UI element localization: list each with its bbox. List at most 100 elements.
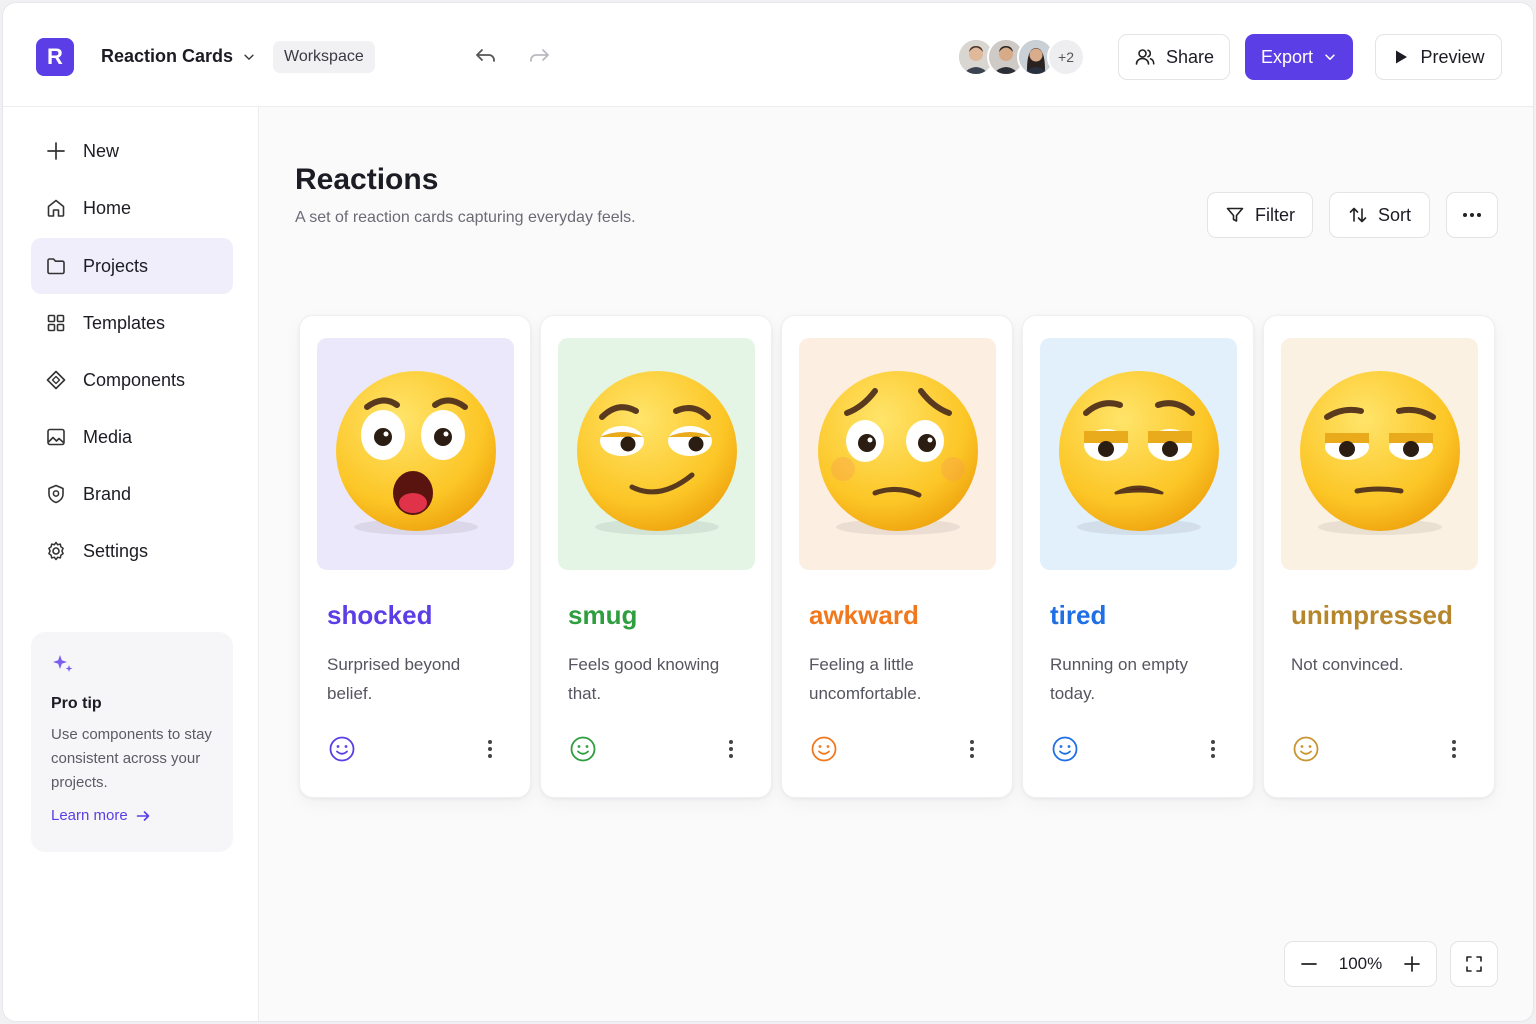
more-vertical-icon — [1452, 740, 1456, 758]
image-icon — [47, 428, 65, 446]
gear-icon — [48, 541, 64, 561]
zoom-level: 100% — [1338, 954, 1383, 973]
card-menu-button[interactable] — [1203, 734, 1223, 764]
minus-icon — [1301, 963, 1317, 965]
tip-title: Pro tip — [51, 695, 102, 712]
chevron-down-icon — [244, 54, 254, 60]
share-label: Share — [1165, 46, 1215, 67]
reaction-card-shocked[interactable]: shocked Surprised beyond belief. — [299, 315, 531, 798]
smiley-icon — [1293, 736, 1319, 762]
workspace-badge[interactable]: Workspace — [273, 41, 375, 73]
sidebar-item-label: Templates — [83, 312, 166, 333]
more-vertical-icon — [1211, 740, 1215, 758]
expand-icon — [1466, 956, 1482, 972]
app-window: R Reaction Cards Workspace +2 Share Expo… — [2, 2, 1534, 1022]
zoom-in-button[interactable] — [1400, 952, 1424, 976]
zoom-out-button[interactable] — [1297, 952, 1321, 976]
project-name: Reaction Cards — [101, 46, 234, 66]
card-menu-button[interactable] — [962, 734, 982, 764]
tip-body: Use components to stay consistent across… — [51, 726, 212, 791]
card-description: Feeling a little uncomfortable. — [809, 655, 922, 703]
learn-more-link[interactable]: Learn more — [51, 807, 213, 824]
more-collaborators-badge[interactable]: +2 — [1047, 38, 1085, 76]
unimpressed-emoji-icon — [1299, 371, 1460, 535]
filter-button[interactable]: Filter — [1207, 192, 1313, 238]
add-reaction-button[interactable] — [1050, 734, 1080, 764]
card-image — [1040, 338, 1237, 570]
redo-button[interactable] — [526, 43, 552, 69]
card-menu-button[interactable] — [721, 734, 741, 764]
sidebar-item-label: Media — [83, 426, 133, 447]
add-reaction-button[interactable] — [568, 734, 598, 764]
undo-button[interactable] — [473, 43, 499, 69]
card-menu-button[interactable] — [480, 734, 500, 764]
reaction-card-tired[interactable]: tired Running on empty today. — [1022, 315, 1254, 798]
card-description: Surprised beyond belief. — [327, 655, 461, 703]
pro-tip-panel: Pro tip Use components to stay consisten… — [31, 632, 233, 852]
sidebar-item-projects[interactable]: Projects — [31, 238, 233, 294]
app-logo[interactable]: R — [36, 38, 74, 76]
sidebar-item-settings[interactable]: Settings — [31, 523, 233, 579]
share-button[interactable]: Share — [1118, 34, 1230, 80]
arrow-right-icon — [136, 810, 150, 821]
more-vertical-icon — [970, 740, 974, 758]
sidebar: New Home Projects Templates Components M… — [3, 107, 259, 1021]
card-description: Feels good knowing that. — [568, 655, 720, 703]
card-title: tired — [1050, 600, 1107, 630]
sidebar-item-label: New — [83, 140, 120, 161]
users-icon — [1135, 49, 1155, 65]
undo-icon — [476, 49, 495, 62]
learn-more-label: Learn more — [51, 807, 128, 824]
sort-label: Sort — [1377, 204, 1411, 225]
preview-button[interactable]: Preview — [1375, 34, 1502, 80]
more-options-button[interactable] — [1446, 192, 1498, 238]
smug-emoji-icon — [576, 371, 737, 535]
filter-label: Filter — [1255, 204, 1295, 225]
card-description: Running on empty today. — [1050, 655, 1188, 703]
project-switcher[interactable]: Reaction Cards — [101, 46, 256, 67]
preview-label: Preview — [1420, 46, 1485, 67]
sparkle-icon — [53, 655, 73, 672]
plus-icon — [1404, 956, 1420, 972]
sidebar-item-label: Settings — [83, 540, 149, 561]
collaborator-avatars[interactable]: +2 — [957, 38, 1085, 76]
add-reaction-button[interactable] — [809, 734, 839, 764]
page-title: Reactions — [295, 163, 439, 196]
export-label: Export — [1260, 46, 1314, 67]
sidebar-item-brand[interactable]: Brand — [31, 466, 233, 522]
sidebar-item-new[interactable]: New — [31, 123, 233, 179]
fullscreen-button[interactable] — [1450, 941, 1498, 987]
sidebar-item-templates[interactable]: Templates — [31, 295, 233, 351]
shield-icon — [48, 484, 64, 504]
sort-icon — [1349, 207, 1367, 223]
card-title: unimpressed — [1291, 600, 1453, 630]
plus-icon — [47, 142, 65, 160]
add-reaction-button[interactable] — [1291, 734, 1321, 764]
sidebar-item-label: Projects — [83, 255, 149, 276]
sidebar-item-components[interactable]: Components — [31, 352, 233, 408]
reaction-card-smug[interactable]: smug Feels good knowing that. — [540, 315, 772, 798]
component-icon — [46, 370, 66, 390]
filter-icon — [1226, 207, 1244, 222]
card-image — [317, 338, 514, 570]
card-image — [799, 338, 996, 570]
chevron-down-icon — [1325, 54, 1335, 60]
card-title: smug — [568, 600, 638, 630]
more-vertical-icon — [729, 740, 733, 758]
reaction-card-unimpressed[interactable]: unimpressed Not convinced. — [1263, 315, 1495, 798]
add-reaction-button[interactable] — [327, 734, 357, 764]
sidebar-item-home[interactable]: Home — [31, 180, 233, 236]
export-button[interactable]: Export — [1245, 34, 1353, 80]
top-bar: R Reaction Cards Workspace +2 Share Expo… — [3, 3, 1533, 107]
smiley-icon — [329, 736, 355, 762]
sort-button[interactable]: Sort — [1329, 192, 1430, 238]
card-title: shocked — [327, 600, 433, 630]
smiley-icon — [811, 736, 837, 762]
sidebar-item-media[interactable]: Media — [31, 409, 233, 465]
reaction-card-awkward[interactable]: awkward Feeling a little uncomfortable. — [781, 315, 1013, 798]
play-icon — [1396, 50, 1408, 64]
card-menu-button[interactable] — [1444, 734, 1464, 764]
card-image — [1281, 338, 1478, 570]
card-image — [558, 338, 755, 570]
card-description: Not convinced. — [1291, 655, 1404, 674]
